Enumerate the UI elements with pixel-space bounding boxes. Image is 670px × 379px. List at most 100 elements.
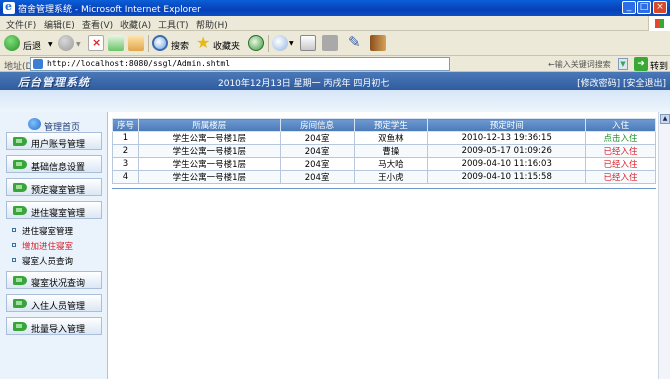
cell-index: 1 xyxy=(112,131,139,145)
messenger-button[interactable]: ✎ xyxy=(348,33,366,52)
maximize-button[interactable]: □ xyxy=(637,1,651,14)
minimize-button[interactable]: _ xyxy=(622,1,636,14)
menu-favorites[interactable]: 收藏(A) xyxy=(120,18,151,31)
print-button[interactable] xyxy=(300,35,316,52)
reservation-table: 序号 所属楼层 房间信息 预定学生 预定时间 入住 1 学生公寓一号楼1层 20… xyxy=(112,118,656,184)
green-arrow-icon xyxy=(13,183,27,192)
checkin-status: 已经入住 xyxy=(585,170,656,184)
table-row: 4 学生公寓一号楼1层 204室 王小虎 2009-04-10 11:15:58… xyxy=(112,170,656,184)
address-url[interactable]: http://localhost:8080/ssgl/Admin.shtml xyxy=(47,59,230,68)
scroll-up-icon[interactable]: ▲ xyxy=(660,114,670,124)
vertical-scrollbar[interactable]: ▲ xyxy=(658,112,670,379)
header-band xyxy=(0,90,670,112)
page-icon xyxy=(33,59,43,69)
green-arrow-icon xyxy=(13,160,27,169)
menu-bar: 文件(F) 编辑(E) 查看(V) 收藏(A) 工具(T) 帮助(H) xyxy=(0,16,670,31)
keyword-dropdown-icon[interactable]: ▼ xyxy=(618,58,628,70)
search-label: 搜索 xyxy=(171,42,190,52)
cell-student: 双鱼林 xyxy=(353,131,429,145)
refresh-icon xyxy=(108,35,124,51)
back-button[interactable]: 后退 xyxy=(4,35,54,52)
print-icon xyxy=(300,35,316,51)
cell-room: 204室 xyxy=(279,144,355,158)
refresh-button[interactable] xyxy=(108,35,124,52)
cell-room: 204室 xyxy=(279,157,355,171)
cell-index: 4 xyxy=(112,170,139,184)
table-header-row: 序号 所属楼层 房间信息 预定学生 预定时间 入住 xyxy=(112,118,656,132)
sidebar-item-bulk-import[interactable]: 批量导入管理 xyxy=(6,317,102,335)
cell-room: 204室 xyxy=(279,131,355,145)
sidebar-item-reservations[interactable]: 预定寝室管理 xyxy=(6,178,102,196)
sidebar-item-label: 进住寝室管理 xyxy=(31,209,86,219)
feather-icon: ✎ xyxy=(348,33,361,51)
mail-dropdown-icon[interactable]: ▼ xyxy=(289,40,294,47)
menu-help[interactable]: 帮助(H) xyxy=(196,18,228,31)
col-index: 序号 xyxy=(112,118,139,132)
books-icon xyxy=(370,35,386,51)
search-button[interactable]: 搜索 xyxy=(152,35,192,52)
mail-button[interactable]: ▼ xyxy=(272,35,296,52)
research-button[interactable] xyxy=(370,35,386,52)
cell-student: 马大哈 xyxy=(353,157,429,171)
go-arrow-icon[interactable]: ➜ xyxy=(634,57,648,71)
cell-floor: 学生公寓一号楼1层 xyxy=(137,170,281,184)
go-button[interactable]: 转到 xyxy=(650,59,668,72)
bullet-icon xyxy=(12,243,16,247)
menu-edit[interactable]: 编辑(E) xyxy=(44,18,75,31)
home-button[interactable] xyxy=(128,35,144,52)
forward-arrow-icon xyxy=(58,35,74,51)
cell-student: 曹操 xyxy=(353,144,429,158)
history-button[interactable] xyxy=(248,35,264,52)
toolbar-separator xyxy=(268,35,269,52)
col-checkin: 入住 xyxy=(585,118,656,132)
sidebar-item-basic-info[interactable]: 基础信息设置 xyxy=(6,155,102,173)
window-title-bar: 宿舍管理系统 - Microsoft Internet Explorer _ □… xyxy=(0,0,670,16)
sidebar-item-label: 入住人员管理 xyxy=(31,302,86,312)
app-logo: 后台管理系统 xyxy=(18,76,90,89)
menu-file[interactable]: 文件(F) xyxy=(6,18,36,31)
edit-button[interactable] xyxy=(322,35,338,52)
checkin-link[interactable]: 点击入住 xyxy=(585,131,656,145)
favorites-button[interactable]: ★ 收藏夹 xyxy=(196,33,244,52)
sidebar-subitem-label: 增加进住寝室 xyxy=(22,242,74,252)
green-arrow-icon xyxy=(13,322,27,331)
cell-time: 2010-12-13 19:36:15 xyxy=(427,131,587,145)
checkin-status: 已经入住 xyxy=(585,144,656,158)
table-row: 2 学生公寓一号楼1层 204室 曹操 2009-05-17 01:09:26 … xyxy=(112,144,656,158)
sidebar-item-label: 用户账号管理 xyxy=(31,140,86,150)
toolbar-separator xyxy=(148,35,149,52)
cell-index: 3 xyxy=(112,157,139,171)
cell-time: 2009-04-10 11:16:03 xyxy=(427,157,587,171)
bullet-icon xyxy=(12,258,16,262)
back-dropdown-icon[interactable]: ▼ xyxy=(48,41,53,48)
green-arrow-icon xyxy=(13,206,27,215)
browser-toolbar: 后退 ▼ ▼ × 搜索 ★ 收藏夹 ▼ ✎ xyxy=(0,31,670,56)
cell-room: 204室 xyxy=(279,170,355,184)
ie-icon xyxy=(3,0,15,14)
sidebar-item-label: 基础信息设置 xyxy=(31,163,86,173)
sidebar-item-checkin[interactable]: 进住寝室管理 xyxy=(6,201,102,219)
menu-tools[interactable]: 工具(T) xyxy=(158,18,189,31)
header-links[interactable]: [修改密码] [安全退出] xyxy=(577,76,666,89)
forward-dropdown-icon[interactable]: ▼ xyxy=(76,41,81,48)
address-input[interactable]: http://localhost:8080/ssgl/Admin.shtml xyxy=(30,57,450,71)
sidebar-item-room-status[interactable]: 寝室状况查询 xyxy=(6,271,102,289)
header-date: 2010年12月13日 星期一 丙戌年 四月初七 xyxy=(218,79,390,89)
close-button[interactable]: × xyxy=(653,1,667,14)
sidebar-item-label: 寝室状况查询 xyxy=(31,279,86,289)
green-arrow-icon xyxy=(13,276,27,285)
sidebar-item-label: 预定寝室管理 xyxy=(31,186,86,196)
history-icon xyxy=(248,35,264,51)
sidebar-subitem-label: 进住寝室管理 xyxy=(22,227,74,237)
cell-student: 王小虎 xyxy=(353,170,429,184)
col-room: 房间信息 xyxy=(279,118,355,132)
sidebar-item-residents[interactable]: 入住人员管理 xyxy=(6,294,102,312)
menu-view[interactable]: 查看(V) xyxy=(82,18,113,31)
stop-button[interactable]: × xyxy=(88,35,104,52)
table-row: 3 学生公寓一号楼1层 204室 马大哈 2009-04-10 11:16:03… xyxy=(112,157,656,171)
sidebar-item-user-accounts[interactable]: 用户账号管理 xyxy=(6,132,102,150)
cell-time: 2009-05-17 01:09:26 xyxy=(427,144,587,158)
green-arrow-icon xyxy=(13,299,27,308)
keyword-search-placeholder[interactable]: ←输入关键词搜索 xyxy=(548,59,611,70)
sidebar-home[interactable]: 管理首页 xyxy=(28,118,104,133)
